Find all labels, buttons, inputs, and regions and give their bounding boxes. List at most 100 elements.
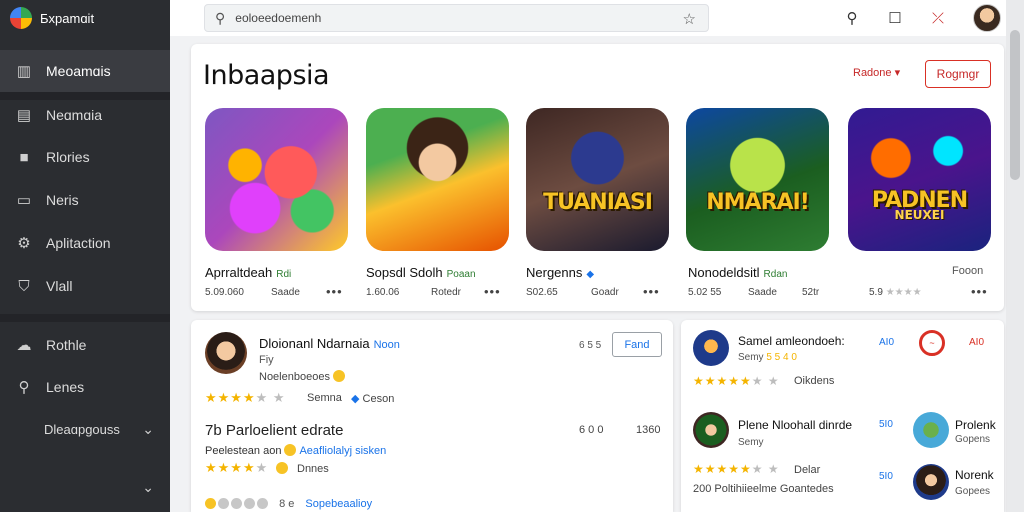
chevron-down-icon: ⌄ <box>142 478 154 495</box>
featured-section: Inbaapsia Radone ▾ Rogmgr TUANIASI NMARA… <box>191 44 1004 311</box>
player-meta: Gopees <box>955 486 991 497</box>
reviewer-meta-text: Noelenboeoes <box>259 371 330 383</box>
app-name[interactable]: Nergenns ◆ <box>526 265 594 280</box>
sidebar-item-library[interactable]: ▥ Meoamɑis <box>0 50 170 92</box>
reaction-link[interactable]: Sopebeaalioy <box>305 498 372 510</box>
more-icon[interactable]: ••• <box>326 284 343 299</box>
review-value: 1360 <box>636 424 661 436</box>
emoji-icon <box>275 462 288 474</box>
sidebar-item-dropdown[interactable]: Dleaɑpɡouss ⌄ <box>0 408 170 450</box>
player-value: AI0 <box>969 337 985 348</box>
avatar[interactable] <box>913 464 949 500</box>
find-button[interactable]: Fand <box>612 332 662 357</box>
sidebar-item-stories[interactable]: ■ Rlories <box>0 136 170 178</box>
search-value: eoloeedoemenh <box>235 11 322 25</box>
reviewer-name[interactable]: Dloionanl Ndarnaia Noon <box>259 336 400 351</box>
sidebar-item-label: Neɑmɑia <box>46 107 103 123</box>
reviewer-meta: Noelenboeoes <box>259 370 348 383</box>
sidebar-item-search[interactable]: ⚲ Lenes <box>0 366 170 408</box>
app-meta: Saade <box>271 287 300 298</box>
search-icon[interactable]: ⚲ <box>842 8 862 28</box>
app-meta: 52tr <box>802 287 820 298</box>
review-link[interactable]: Aeafliolalyj sisken <box>299 445 386 457</box>
sidebar-divider <box>0 314 170 322</box>
app-rating: 5.9 <box>869 287 883 298</box>
sidebar-item-cloud[interactable]: ☁ Rothle <box>0 324 170 366</box>
leaderboard-section: Samel amleondoeh: Semy 5 5 4 0 AI0 ~ AI0… <box>681 320 1004 512</box>
alert-ring-icon[interactable]: ~ <box>919 330 945 356</box>
app-name[interactable]: Sopsdl Sdolh Poaan <box>366 265 476 280</box>
search-input[interactable]: ⚲ eoloeedoemenh ☆ <box>204 4 709 32</box>
sidebar-item-label: Aplitaction <box>46 235 111 251</box>
app-tile[interactable]: NMARAI! <box>686 108 829 251</box>
emoji-icon <box>284 444 297 456</box>
chart-icon: ▤ <box>16 107 32 124</box>
player-name[interactable]: Samel amleondoeh: <box>738 334 845 348</box>
sidebar-item-news[interactable]: ▭ Neris <box>0 179 170 221</box>
more-icon[interactable]: ••• <box>484 284 501 299</box>
review-text: Peelestean aon Aeafliolalyj sisken <box>205 444 386 457</box>
app-badge: TUANIASI <box>543 190 653 215</box>
app-tile[interactable]: PADNEN NEUXEI <box>848 108 991 251</box>
app-logo-icon <box>10 7 32 29</box>
reaction-icon[interactable] <box>257 498 268 509</box>
review-value: 6 0 0 <box>579 424 604 436</box>
reaction-icon[interactable] <box>231 498 242 509</box>
app-name[interactable]: Aprraltdeah Rdi <box>205 265 291 280</box>
avatar[interactable] <box>693 412 729 448</box>
sidebar-item-charts[interactable]: ▤ Neɑmɑia <box>0 94 170 136</box>
app-name-text: Aprraltdeah <box>205 265 273 280</box>
player-meta: Gopens <box>955 434 991 445</box>
review-text-body: Peelestean aon <box>205 445 282 457</box>
shield-icon: ⛉ <box>18 277 30 295</box>
app-meta: 5.9 ★★★★ <box>869 287 922 298</box>
sidebar-expand[interactable]: ⌄ <box>0 466 170 508</box>
sidebar-item-label: Lenes <box>46 379 85 395</box>
player-score: 5 5 4 0 <box>766 352 797 363</box>
star-icon[interactable]: ☆ <box>683 10 696 28</box>
player-name[interactable]: Norenk <box>955 468 994 482</box>
avatar[interactable] <box>913 412 949 448</box>
reaction-row: 8 e Sopebeaalioy <box>205 498 372 510</box>
app-tile[interactable] <box>205 108 348 251</box>
share-icon[interactable]: ⤫ <box>928 8 948 28</box>
scrollbar-thumb[interactable] <box>1010 30 1020 180</box>
rating-stars: ★★★★★★ ★ <box>693 462 780 476</box>
signup-button[interactable]: Rogmgr <box>925 60 991 88</box>
more-icon[interactable]: ••• <box>643 284 660 299</box>
rating-stars: ★★★★★ <box>205 460 291 476</box>
player-name[interactable]: Plene Nloohall dinrde <box>738 418 852 432</box>
app-title: Бxpamɑit <box>40 10 95 26</box>
avatar[interactable] <box>973 4 1001 32</box>
player-name[interactable]: Prolenk <box>955 418 996 432</box>
rating-label: Semna <box>307 392 342 404</box>
reaction-icon[interactable] <box>205 498 216 509</box>
sidebar-item-applications[interactable]: ⚙ Aplitaction <box>0 222 170 264</box>
app-name-text: Nergenns <box>526 265 583 280</box>
sidebar-item-label: Dleaɑpɡouss <box>44 421 120 437</box>
avatar[interactable] <box>205 332 247 374</box>
emoji-icon <box>332 370 345 382</box>
player-meta: Semy <box>738 437 764 448</box>
avatar[interactable] <box>693 330 729 366</box>
app-tile[interactable]: TUANIASI <box>526 108 669 251</box>
app-name[interactable]: Nonodeldsitl Rdan <box>688 265 787 280</box>
sort-dropdown[interactable]: Radone ▾ <box>853 66 900 79</box>
edit-icon[interactable]: ☐ <box>885 8 905 28</box>
app-meta: 1.60.06 <box>366 287 400 298</box>
app-tile[interactable] <box>366 108 509 251</box>
app-artwork <box>366 108 509 251</box>
app-meta: Rotedr <box>431 287 462 298</box>
reaction-icon[interactable] <box>244 498 255 509</box>
rating-label: Oikdens <box>794 375 835 387</box>
sidebar-item-shield[interactable]: ⛉ Vlall <box>0 265 170 307</box>
more-icon[interactable]: ••• <box>971 284 988 299</box>
scrollbar[interactable] <box>1006 0 1024 512</box>
sidebar-item-label: Neris <box>46 192 79 208</box>
app-brand[interactable]: Бxpamɑit <box>0 0 170 36</box>
reaction-icon[interactable] <box>218 498 229 509</box>
app-artwork <box>205 108 348 251</box>
sidebar-item-label: Vlall <box>46 278 73 294</box>
reviewer-subtitle: Fiy <box>259 354 274 366</box>
app-artwork <box>526 108 669 251</box>
